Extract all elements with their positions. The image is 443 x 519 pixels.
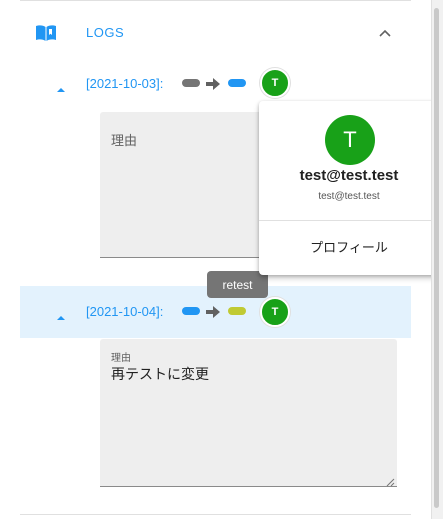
profile-divider: [259, 220, 439, 221]
logs-title: LOGS: [86, 25, 125, 40]
logs-panel: LOGS [2021-10-03]: T 理由 [2021-10-04]: T …: [0, 0, 443, 519]
arrow-right-icon: [206, 305, 220, 318]
user-avatar[interactable]: T: [260, 297, 290, 327]
resize-handle-icon[interactable]: [385, 474, 395, 487]
log-entry-date: [2021-10-04]:: [86, 304, 164, 319]
status-tooltip: retest: [207, 271, 268, 298]
status-to-pill: [228, 79, 246, 87]
reason-label: 理由: [111, 353, 131, 364]
profile-email: test@test.test: [318, 191, 380, 202]
reason-value[interactable]: 再テストに変更: [111, 364, 209, 384]
caret-up-icon[interactable]: [56, 308, 66, 320]
scrollbar-thumb[interactable]: [434, 8, 439, 508]
top-divider: [20, 0, 411, 1]
chevron-up-icon[interactable]: [374, 22, 396, 44]
profile-name: test@test.test: [299, 167, 399, 184]
bottom-divider: [20, 514, 411, 515]
profile-link-button[interactable]: プロフィール: [259, 237, 439, 256]
status-from-pill: [182, 307, 200, 315]
profile-avatar: T: [325, 115, 375, 165]
arrow-right-icon: [206, 77, 220, 90]
caret-up-icon[interactable]: [56, 80, 66, 92]
user-avatar[interactable]: T: [260, 68, 290, 98]
reason-textarea[interactable]: 理由 再テストに変更: [100, 339, 397, 487]
profile-popup: T test@test.test test@test.test プロフィール: [259, 101, 439, 275]
log-entry-date: [2021-10-03]:: [86, 76, 164, 91]
logs-header[interactable]: LOGS: [20, 14, 411, 52]
status-to-pill[interactable]: [228, 307, 246, 315]
reason-label: 理由: [111, 133, 138, 148]
book-open-icon: [35, 24, 57, 42]
status-from-pill: [182, 79, 200, 87]
